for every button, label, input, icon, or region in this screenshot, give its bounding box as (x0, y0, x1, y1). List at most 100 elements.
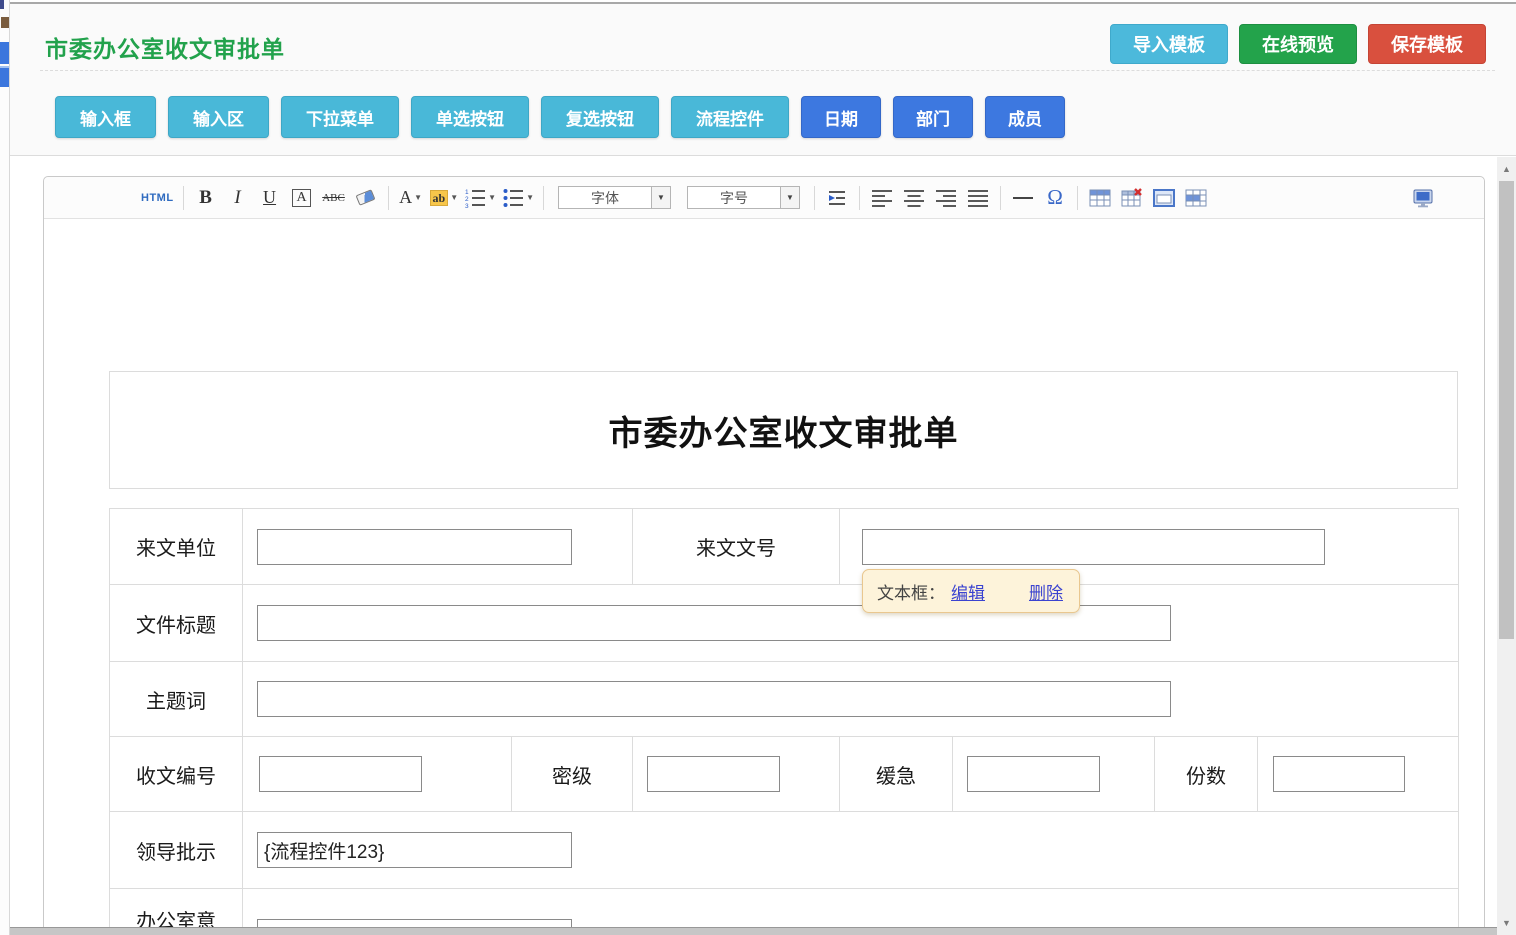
widget-toolbar: 输入框 输入区 下拉菜单 单选按钮 复选按钮 流程控件 日期 部门 成员 (55, 96, 1077, 138)
horizontal-rule-icon (1013, 197, 1033, 199)
table-properties-icon (1152, 187, 1176, 209)
edit-link[interactable]: 编辑 (951, 579, 985, 604)
widget-department-button[interactable]: 部门 (893, 96, 973, 138)
page-title: 市委办公室收文审批单 (45, 30, 285, 64)
leader-instructions-input[interactable] (257, 832, 572, 868)
chevron-down-icon: ▼ (414, 193, 422, 202)
svg-text:3: 3 (465, 203, 469, 209)
label-copies-count: 份数 (1155, 737, 1258, 812)
incoming-unit-input[interactable] (257, 529, 572, 565)
toolbar-separator (388, 186, 389, 210)
cell-properties-button[interactable] (1183, 185, 1209, 211)
align-right-icon (934, 187, 958, 209)
scroll-down-arrow-icon[interactable]: ▼ (1497, 915, 1516, 931)
scroll-up-arrow-icon[interactable]: ▲ (1497, 161, 1516, 177)
form-title: 市委办公室收文审批单 (609, 406, 959, 455)
unordered-list-button[interactable]: ▼ (502, 185, 534, 211)
online-preview-button[interactable]: 在线预览 (1239, 24, 1357, 64)
receipt-number-input[interactable] (259, 756, 422, 792)
bold-button[interactable]: B (193, 185, 219, 211)
font-border-icon: A (292, 189, 310, 207)
widget-member-button[interactable]: 成员 (985, 96, 1065, 138)
cell (243, 812, 1459, 889)
horizontal-rule-button[interactable] (1010, 185, 1036, 211)
subject-words-input[interactable] (257, 681, 1171, 717)
italic-button[interactable]: I (225, 185, 251, 211)
remove-format-button[interactable] (353, 185, 379, 211)
insert-table-button[interactable] (1087, 185, 1113, 211)
strikethrough-button[interactable]: ABC (321, 185, 347, 211)
widget-radio-button[interactable]: 单选按钮 (411, 96, 529, 138)
font-color-button[interactable]: A ▼ (398, 185, 424, 211)
unordered-list-icon (502, 187, 524, 209)
font-size-value: 字号 (688, 187, 780, 208)
background-window-edge (0, 0, 10, 935)
svg-text:1: 1 (465, 189, 469, 196)
scrollbar-thumb[interactable] (1499, 181, 1514, 639)
delete-link[interactable]: 删除 (1029, 579, 1063, 604)
widget-input-box-button[interactable]: 输入框 (55, 96, 156, 138)
fullscreen-button[interactable] (1410, 185, 1436, 211)
cell (243, 509, 633, 585)
vertical-scrollbar[interactable]: ▲ ▼ (1497, 157, 1516, 935)
toolbar-separator (814, 186, 815, 210)
html-source-button[interactable]: HTML (141, 185, 174, 211)
indent-button[interactable] (824, 185, 850, 211)
toolbar-separator (1000, 186, 1001, 210)
label-document-title: 文件标题 (110, 585, 243, 662)
insert-table-icon (1088, 187, 1112, 209)
tooltip-label: 文本框： (877, 579, 945, 604)
cell (1258, 737, 1459, 812)
header: 市委办公室收文审批单 导入模板 在线预览 保存模板 输入框 输入区 下拉菜单 单… (10, 4, 1516, 156)
align-right-button[interactable] (933, 185, 959, 211)
indent-icon (826, 187, 848, 209)
table-row: 来文单位 来文文号 (110, 509, 1459, 585)
label-subject-words: 主题词 (110, 662, 243, 737)
cell (633, 737, 840, 812)
form-table: 来文单位 来文文号 文件标题 主题词 (109, 508, 1459, 935)
cell-properties-icon (1184, 187, 1208, 209)
label-leader-instructions: 领导批示 (110, 812, 243, 889)
justify-button[interactable] (965, 185, 991, 211)
delete-table-button[interactable] (1119, 185, 1145, 211)
chevron-down-icon: ▼ (450, 193, 458, 202)
copies-count-input[interactable] (1273, 756, 1405, 792)
table-properties-button[interactable] (1151, 185, 1177, 211)
eraser-icon (356, 189, 376, 206)
align-center-button[interactable] (901, 185, 927, 211)
highlight-color-button[interactable]: ab ▼ (430, 185, 459, 211)
align-left-button[interactable] (869, 185, 895, 211)
incoming-doc-number-input[interactable] (862, 529, 1325, 565)
underline-button[interactable]: U (257, 185, 283, 211)
import-template-button[interactable]: 导入模板 (1110, 24, 1228, 64)
special-char-button[interactable]: Ω (1042, 185, 1068, 211)
chevron-down-icon[interactable]: ▼ (780, 187, 799, 208)
label-secrecy-level: 密级 (512, 737, 633, 812)
urgency-input[interactable] (967, 756, 1100, 792)
font-size-select[interactable]: 字号 ▼ (687, 186, 800, 209)
monitor-icon (1411, 187, 1435, 209)
chevron-down-icon[interactable]: ▼ (651, 187, 670, 208)
toolbar-separator (183, 186, 184, 210)
cell (243, 662, 1459, 737)
align-left-icon (870, 187, 894, 209)
widget-dropdown-button[interactable]: 下拉菜单 (281, 96, 399, 138)
widget-date-button[interactable]: 日期 (801, 96, 881, 138)
table-row: 收文编号 密级 缓急 份数 (110, 737, 1459, 812)
font-family-select[interactable]: 字体 ▼ (558, 186, 671, 209)
label-incoming-doc-number: 来文文号 (633, 509, 840, 585)
table-row: 主题词 (110, 662, 1459, 737)
highlight-color-icon: ab (430, 190, 449, 206)
font-border-button[interactable]: A (289, 185, 315, 211)
widget-checkbox-button[interactable]: 复选按钮 (541, 96, 659, 138)
header-actions: 导入模板 在线预览 保存模板 (1099, 24, 1486, 64)
ordered-list-button[interactable]: 1 2 3 ▼ (464, 185, 496, 211)
header-divider (40, 70, 1495, 71)
widget-input-area-button[interactable]: 输入区 (168, 96, 269, 138)
widget-flow-control-button[interactable]: 流程控件 (671, 96, 789, 138)
form-title-cell[interactable]: 市委办公室收文审批单 (109, 371, 1458, 489)
editor-toolbar: HTML B I U A ABC A ▼ ab ▼ (44, 177, 1484, 219)
secrecy-level-input[interactable] (647, 756, 780, 792)
label-receipt-number: 收文编号 (110, 737, 243, 812)
save-template-button[interactable]: 保存模板 (1368, 24, 1486, 64)
